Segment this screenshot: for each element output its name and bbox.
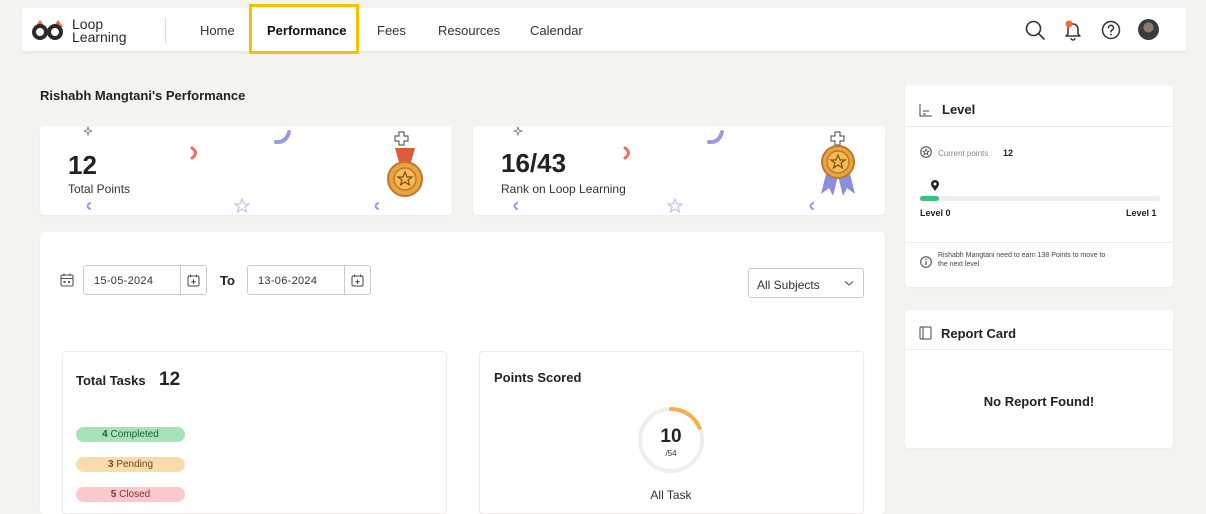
- star-outline-icon: [234, 198, 250, 213]
- page-title: Rishabh Mangtani's Performance: [40, 88, 246, 103]
- deco-arc-icon: [707, 130, 724, 145]
- to-date-picker-button[interactable]: [344, 266, 370, 294]
- top-nav-bar: Loop Learning Home Performance Fees Reso…: [22, 4, 1186, 54]
- nav-active-highlight: [249, 4, 359, 54]
- help-icon[interactable]: [1100, 19, 1122, 41]
- from-date-value: 15-05-2024: [94, 275, 154, 287]
- level-divider: [906, 126, 1173, 127]
- level-title: Level: [942, 102, 976, 117]
- bar-chart-icon: [919, 104, 932, 117]
- from-date-picker-button[interactable]: [180, 266, 206, 294]
- pending-badge: 3 Pending: [76, 457, 185, 472]
- to-date-input[interactable]: 13-06-2024: [247, 265, 371, 295]
- owl-logo-icon: [32, 20, 66, 42]
- subject-select-value: All Subjects: [757, 278, 820, 292]
- sparkle-icon: [513, 126, 523, 136]
- nav-resources[interactable]: Resources: [438, 23, 500, 38]
- deco-arc-icon: [190, 146, 197, 160]
- info-icon: [920, 256, 932, 268]
- rank-label: Rank on Loop Learning: [501, 182, 626, 196]
- notification-bell-icon[interactable]: [1062, 19, 1084, 41]
- calendar-plus-icon: [187, 274, 200, 286]
- nav-calendar[interactable]: Calendar: [530, 23, 583, 38]
- total-tasks-count: 12: [159, 369, 181, 390]
- deco-arc-icon: [374, 202, 379, 210]
- deco-arc-icon: [513, 202, 518, 210]
- gold-medal-icon: [821, 131, 855, 196]
- level-end-label: Level 1: [1126, 208, 1157, 218]
- brand-name: Loop Learning: [72, 16, 127, 45]
- closed-count: 5: [110, 489, 117, 500]
- pending-label: Pending: [116, 459, 154, 470]
- map-pin-icon: [931, 180, 939, 191]
- level-start-label: Level 0: [920, 208, 951, 218]
- completed-label: Completed: [110, 429, 159, 440]
- from-date-input[interactable]: 15-05-2024: [83, 265, 207, 295]
- total-points-card: 12 Total Points: [40, 126, 452, 215]
- nav-divider: [165, 18, 166, 44]
- report-card-divider: [906, 349, 1173, 350]
- deco-arc-icon: [623, 146, 630, 160]
- level-progress-fill: [920, 196, 940, 201]
- sparkle-icon: [83, 126, 93, 136]
- current-points-label: Current points: [938, 149, 989, 158]
- level-info-text: Rishabh Mangtani need to earn 138 Points…: [938, 252, 1106, 268]
- report-card-title: Report Card: [941, 326, 1017, 341]
- nav-fees[interactable]: Fees: [377, 23, 406, 38]
- no-report-message: No Report Found!: [983, 394, 1095, 409]
- points-scored-caption: All Task: [650, 488, 692, 502]
- nav-home[interactable]: Home: [200, 23, 235, 38]
- level-info-divider: [906, 242, 1173, 243]
- search-icon[interactable]: [1024, 19, 1046, 41]
- calendar-plus-icon: [351, 274, 364, 286]
- star-badge-icon: [920, 146, 932, 158]
- deco-arc-icon: [809, 202, 814, 210]
- deco-arc-icon: [274, 130, 291, 145]
- bronze-medal-icon: [387, 131, 423, 197]
- rank-value: 16/43: [501, 148, 567, 178]
- points-scored-value: 10: [660, 426, 682, 447]
- rank-card: 16/43 Rank on Loop Learning: [473, 126, 885, 215]
- subject-select[interactable]: All Subjects: [748, 268, 864, 298]
- completed-badge: 4 Completed: [76, 427, 185, 442]
- star-outline-icon: [667, 198, 683, 213]
- calendar-icon: [60, 273, 74, 287]
- closed-label: Closed: [119, 489, 151, 500]
- to-date-value: 13-06-2024: [258, 275, 318, 287]
- user-avatar[interactable]: [1138, 19, 1159, 40]
- total-points-label: Total Points: [68, 182, 131, 196]
- pending-count: 3: [107, 459, 114, 470]
- points-scored-title: Points Scored: [494, 370, 582, 385]
- current-points-value: 12: [1003, 148, 1014, 158]
- notebook-icon: [919, 326, 932, 340]
- deco-arc-icon: [86, 202, 91, 210]
- to-label: To: [220, 273, 235, 288]
- total-points-value: 12: [68, 150, 97, 180]
- brand-logo[interactable]: Loop Learning: [32, 16, 127, 46]
- level-progress-track: [920, 196, 1160, 201]
- completed-count: 4: [102, 429, 108, 440]
- chevron-down-icon: [844, 281, 854, 286]
- total-tasks-title: Total Tasks: [76, 373, 146, 388]
- closed-badge: 5 Closed: [76, 487, 185, 502]
- points-scored-max: /54: [665, 449, 677, 458]
